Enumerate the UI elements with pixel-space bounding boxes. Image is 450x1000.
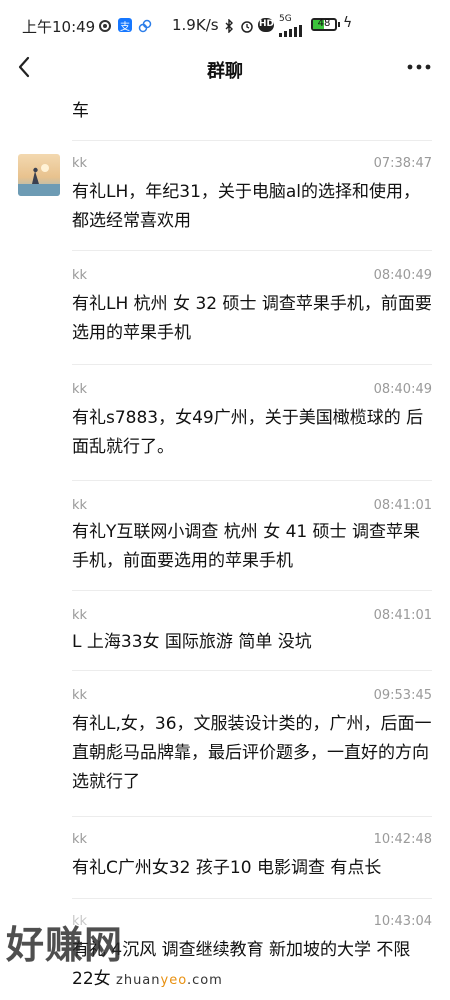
message-text[interactable]: 有礼LH，年纪31，关于电脑al的选择和使用，都选经常喜欢用 [72,178,432,236]
more-dots-icon [407,64,431,70]
sender-name: kk [72,498,88,513]
message-text[interactable]: 有礼 4沉风 调查继续教育 新加坡的大学 不限 22女 [72,936,432,994]
sender-name: kk [72,156,88,171]
message-time: 08:41:01 [373,498,432,513]
battery-percent: 48 [317,18,331,29]
sync-icon [98,18,112,32]
status-time: 上午10:49 [22,18,96,36]
divider [72,816,432,817]
signal-icon [279,22,307,37]
message-text[interactable]: L 上海33女 国际旅游 简单 没坑 [72,628,432,657]
sender-name: kk [72,608,88,623]
divider [72,480,432,481]
message-time: 10:43:04 [373,914,432,929]
app-icon [138,18,152,33]
battery-icon: 48 [311,18,337,31]
sender-name: kk [72,832,88,847]
svg-text:支: 支 [120,21,130,33]
previous-message-fragment[interactable]: 车 [72,96,89,121]
message-text[interactable]: 有礼Y互联网小调查 杭州 女 41 硕士 调查苹果手机，前面要选用的苹果手机 [72,518,432,576]
battery-tip [338,22,340,27]
message-time: 08:40:49 [373,268,432,283]
message-time: 07:38:47 [373,156,432,171]
divider [72,898,432,899]
divider [72,140,432,141]
message-text[interactable]: 有礼LH 杭州 女 32 硕士 调查苹果手机，前面要选用的苹果手机 [72,290,432,348]
alarm-icon [240,18,254,33]
alipay-icon: 支 [118,18,132,33]
nav-bar: 群聊 [0,48,450,88]
avatar[interactable] [18,154,60,196]
message-text[interactable]: 有礼C广州女32 孩子10 电影调查 有点长 [72,854,432,883]
charging-icon: ϟ [343,15,353,31]
hd-icon: HD [258,18,274,32]
divider [72,670,432,671]
more-button[interactable] [404,54,434,80]
message-time: 08:41:01 [373,608,432,623]
sender-name: kk [72,688,88,703]
message-time: 09:53:45 [373,688,432,703]
hd-label: HD [259,19,275,29]
divider [72,364,432,365]
bluetooth-icon [222,18,236,34]
sender-name: kk [72,914,88,929]
page-title: 群聊 [207,61,243,82]
net-speed: 1.9K/s [172,16,219,34]
message-text[interactable]: 有礼s7883，女49广州，关于美国橄榄球的 后面乱就行了。 [72,404,432,462]
sender-name: kk [72,268,88,283]
divider [72,250,432,251]
message-time: 08:40:49 [373,382,432,397]
status-bar: 上午10:49 支 1.9K/s HD 5G 48 ϟ [0,0,450,48]
message-text[interactable]: 有礼L,女，36，文服装设计类的，广州，后面一直朝彪马品牌靠，最后评价题多，一直… [72,710,432,797]
divider [72,590,432,591]
sender-name: kk [72,382,88,397]
message-time: 10:42:48 [373,832,432,847]
